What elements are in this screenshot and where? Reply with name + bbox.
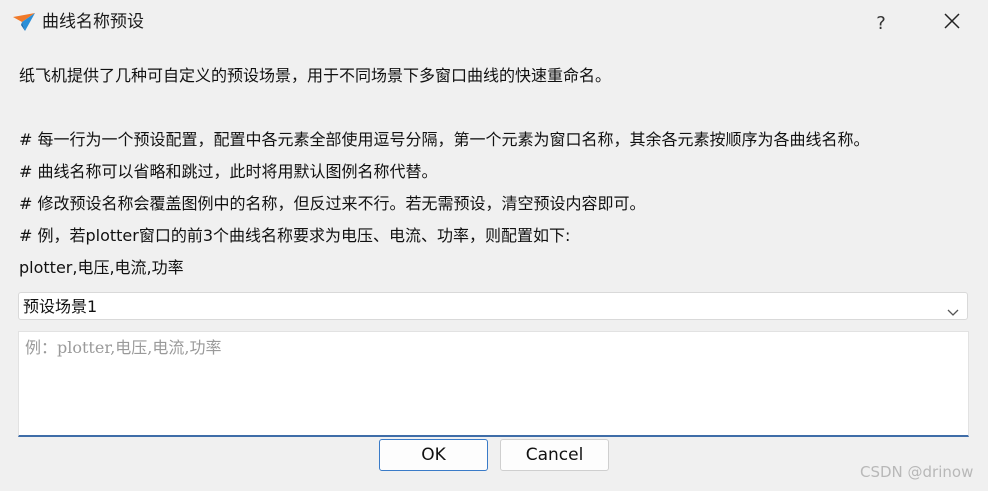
window-title: 曲线名称预设 bbox=[42, 12, 144, 32]
cancel-button[interactable]: Cancel bbox=[500, 439, 609, 471]
watermark: CSDN @drinow bbox=[860, 463, 974, 481]
preset-dialog: 曲线名称预设 ? 纸飞机提供了几种可自定义的预设场景，用于不同场景下多窗口曲线的… bbox=[0, 0, 988, 491]
description-line: 纸飞机提供了几种可自定义的预设场景，用于不同场景下多窗口曲线的快速重命名。 bbox=[19, 66, 612, 85]
description-line: # 每一行为一个预设配置，配置中各元素全部使用逗号分隔，第一个元素为窗口名称，其… bbox=[19, 130, 870, 149]
description-text: 纸飞机提供了几种可自定义的预设场景，用于不同场景下多窗口曲线的快速重命名。 # … bbox=[19, 60, 974, 284]
description-line: plotter,电压,电流,功率 bbox=[19, 258, 184, 277]
description-line bbox=[19, 92, 974, 124]
paper-plane-icon bbox=[13, 13, 35, 31]
editor-placeholder: 例：plotter,电压,电流,功率 bbox=[25, 338, 222, 357]
description-line: # 曲线名称可以省略和跳过，此时将用默认图例名称代替。 bbox=[19, 162, 438, 181]
close-button[interactable] bbox=[922, 0, 982, 46]
help-button[interactable]: ? bbox=[852, 0, 910, 46]
title-bar[interactable]: 曲线名称预设 ? bbox=[0, 0, 988, 46]
ok-button[interactable]: OK bbox=[379, 439, 488, 471]
description-line: # 修改预设名称会覆盖图例中的名称，但反过来不行。若无需预设，清空预设内容即可。 bbox=[19, 194, 646, 213]
preset-select-value: 预设场景1 bbox=[23, 297, 98, 316]
chevron-down-icon bbox=[947, 302, 959, 316]
close-icon bbox=[944, 13, 960, 33]
preset-editor[interactable]: 例：plotter,电压,电流,功率 bbox=[18, 331, 969, 437]
description-line: # 例，若plotter窗口的前3个曲线名称要求为电压、电流、功率，则配置如下: bbox=[19, 226, 571, 245]
preset-select[interactable]: 预设场景1 bbox=[18, 292, 968, 320]
